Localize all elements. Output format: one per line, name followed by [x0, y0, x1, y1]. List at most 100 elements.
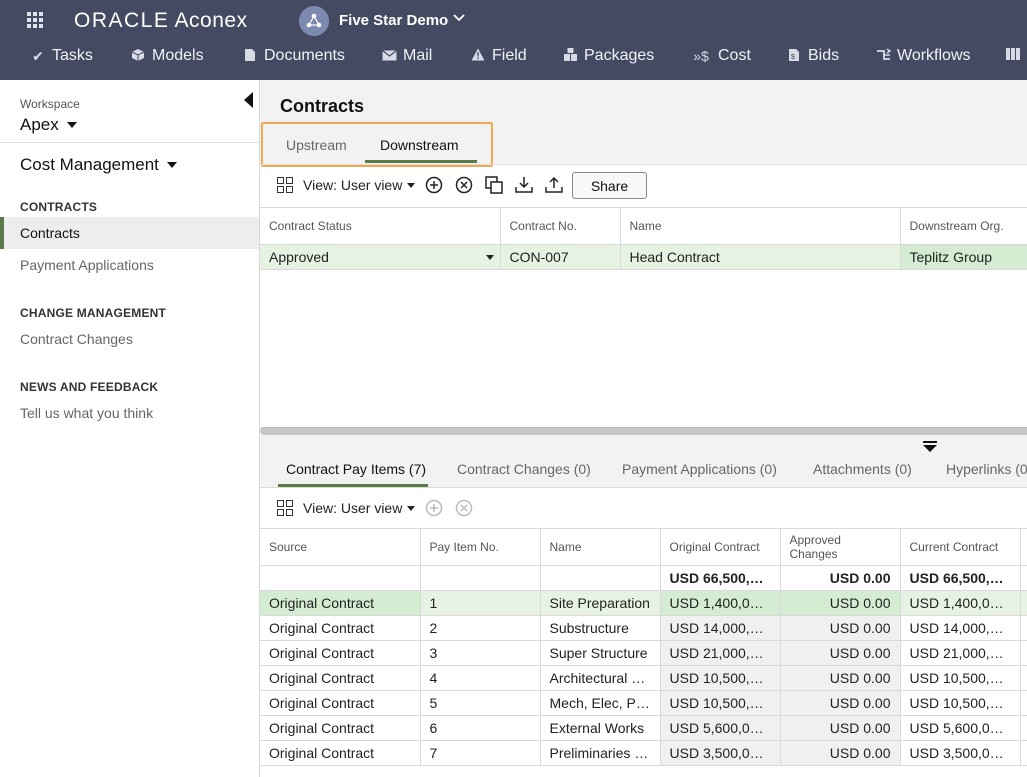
table-row[interactable]: Original Contract 4 Architectural Finish… [260, 665, 1027, 691]
column-header-contract-status[interactable]: Contract Status [260, 207, 501, 245]
nav-mail[interactable]: Mail [381, 47, 432, 65]
app-grid-icon[interactable] [27, 12, 43, 28]
pane-splitter[interactable] [260, 427, 1027, 435]
subtab-payment-applications[interactable]: Payment Applications (0) [622, 461, 777, 477]
approved-changes-cell[interactable]: USD 0.00 [780, 590, 901, 616]
sidebar-item-contracts[interactable]: Contracts [0, 217, 259, 249]
original-contract-cell[interactable]: USD 5,600,000.00 [660, 715, 781, 741]
approved-changes-cell[interactable]: USD 0.00 [780, 640, 901, 666]
nav-more[interactable] [1006, 47, 1027, 64]
column-header-current-contract[interactable]: Current Contract [900, 528, 1021, 566]
source-cell[interactable]: Original Contract [260, 615, 421, 641]
nav-cost[interactable]: »$ Cost [690, 47, 751, 65]
subtab-attachments[interactable]: Attachments (0) [813, 461, 912, 477]
pay-item-no-cell[interactable]: 6 [420, 715, 541, 741]
pay-item-no-cell[interactable]: 1 [420, 590, 541, 616]
subtab-hyperlinks[interactable]: Hyperlinks (0) [946, 461, 1027, 477]
approved-changes-cell[interactable]: USD 0.00 [780, 615, 901, 641]
oracle-aconex-logo[interactable]: ORACLE Aconex [74, 9, 248, 33]
original-contract-cell[interactable]: USD 14,000,000.00 [660, 615, 781, 641]
column-header-original-contract[interactable]: Original Contract [660, 528, 781, 566]
current-contract-cell[interactable]: USD 1,400,000.00 [900, 590, 1021, 616]
pay-item-no-cell[interactable]: 2 [420, 615, 541, 641]
contract-name-cell[interactable]: Head Contract [620, 244, 901, 270]
approved-changes-cell[interactable]: USD 0.00 [780, 715, 901, 741]
column-header-name[interactable]: Name [540, 528, 661, 566]
pay-item-no-cell[interactable]: 7 [420, 740, 541, 766]
name-cell[interactable]: External Works [540, 715, 661, 741]
current-contract-cell[interactable]: USD 10,500,000.00 [900, 665, 1021, 691]
module-selector[interactable]: Cost Management [20, 155, 177, 175]
remove-circle-icon[interactable] [455, 499, 473, 517]
subtab-contract-pay-items[interactable]: Contract Pay Items (7) [286, 461, 426, 477]
source-cell[interactable]: Original Contract [260, 715, 421, 741]
column-header-contract-no[interactable]: Contract No. [500, 207, 621, 245]
nav-field[interactable]: Field [470, 47, 527, 65]
approved-changes-cell[interactable]: USD 0.00 [780, 690, 901, 716]
current-contract-cell[interactable]: USD 5,600,000.00 [900, 715, 1021, 741]
table-row[interactable]: Original Contract 1 Site Preparation USD… [260, 590, 1027, 616]
pay-item-no-cell[interactable]: 4 [420, 665, 541, 691]
original-contract-cell[interactable]: USD 10,500,000.00 [660, 665, 781, 691]
tab-downstream[interactable]: Downstream [380, 137, 459, 153]
source-cell[interactable]: Original Contract [260, 665, 421, 691]
tab-upstream[interactable]: Upstream [286, 137, 347, 153]
nav-workflows[interactable]: Workflows [875, 47, 971, 65]
copy-icon[interactable] [485, 176, 503, 194]
splitter-handle-icon[interactable] [923, 440, 937, 452]
column-header-source[interactable]: Source [260, 528, 421, 566]
column-header-downstream-org[interactable]: Downstream Org. [900, 207, 1027, 245]
source-cell[interactable]: Original Contract [260, 590, 421, 616]
downstream-org-cell[interactable]: Teplitz Group [900, 244, 1027, 270]
nav-models[interactable]: Models [130, 47, 204, 65]
name-cell[interactable]: Site Preparation [540, 590, 661, 616]
view-selector[interactable]: View: User view [303, 500, 416, 516]
pay-item-no-cell[interactable]: 5 [420, 690, 541, 716]
name-cell[interactable]: Substructure [540, 615, 661, 641]
name-cell[interactable]: Super Structure [540, 640, 661, 666]
nav-bids[interactable]: $ Bids [786, 47, 839, 65]
table-row[interactable]: Original Contract 2 Substructure USD 14,… [260, 615, 1027, 641]
original-contract-cell[interactable]: USD 3,500,000.00 [660, 740, 781, 766]
grid-view-icon[interactable] [277, 177, 293, 193]
download-icon[interactable] [515, 176, 533, 194]
subtab-contract-changes[interactable]: Contract Changes (0) [457, 461, 591, 477]
table-row[interactable]: Original Contract 3 Super Structure USD … [260, 640, 1027, 666]
pay-item-no-cell[interactable]: 3 [420, 640, 541, 666]
view-selector[interactable]: View: User view [303, 177, 416, 193]
sidebar-item-payment-applications[interactable]: Payment Applications [0, 249, 259, 281]
source-cell[interactable]: Original Contract [260, 640, 421, 666]
add-circle-icon[interactable] [425, 499, 443, 517]
source-cell[interactable]: Original Contract [260, 740, 421, 766]
current-contract-cell[interactable]: USD 3,500,000.00 [900, 740, 1021, 766]
nav-packages[interactable]: Packages [562, 47, 654, 65]
column-header-name[interactable]: Name [620, 207, 901, 245]
table-row[interactable]: Approved CON-007 Head Contract Teplitz G… [260, 244, 1027, 270]
table-row[interactable]: Original Contract 7 Preliminaries and Ge… [260, 740, 1027, 766]
name-cell[interactable]: Architectural Finishes [540, 665, 661, 691]
project-avatar[interactable] [299, 6, 329, 36]
nav-tasks[interactable]: ✔ Tasks [30, 47, 93, 65]
column-header-approved-changes[interactable]: Approved Changes [780, 528, 901, 566]
current-contract-cell[interactable]: USD 21,000,000.00 [900, 640, 1021, 666]
approved-changes-cell[interactable]: USD 0.00 [780, 740, 901, 766]
sidebar-item-feedback[interactable]: Tell us what you think [0, 397, 259, 429]
add-circle-icon[interactable] [425, 176, 443, 194]
table-row[interactable]: Original Contract 5 Mech, Elec, Plumbing… [260, 690, 1027, 716]
workspace-selector[interactable]: Apex [20, 115, 77, 135]
current-contract-cell[interactable]: USD 14,000,000.00 [900, 615, 1021, 641]
sidebar-item-contract-changes[interactable]: Contract Changes [0, 323, 259, 355]
current-contract-cell[interactable]: USD 10,500,000.00 [900, 690, 1021, 716]
original-contract-cell[interactable]: USD 1,400,000.00 [660, 590, 781, 616]
table-row[interactable]: Original Contract 6 External Works USD 5… [260, 715, 1027, 741]
project-name[interactable]: Five Star Demo [339, 12, 448, 29]
approved-changes-cell[interactable]: USD 0.00 [780, 665, 901, 691]
upload-icon[interactable] [545, 176, 563, 194]
contract-no-cell[interactable]: CON-007 [500, 244, 621, 270]
collapse-sidebar-icon[interactable] [244, 92, 253, 108]
column-header-pay-item-no[interactable]: Pay Item No. [420, 528, 541, 566]
source-cell[interactable]: Original Contract [260, 690, 421, 716]
name-cell[interactable]: Preliminaries and General [540, 740, 661, 766]
original-contract-cell[interactable]: USD 10,500,000.00 [660, 690, 781, 716]
share-button[interactable]: Share [572, 172, 647, 199]
